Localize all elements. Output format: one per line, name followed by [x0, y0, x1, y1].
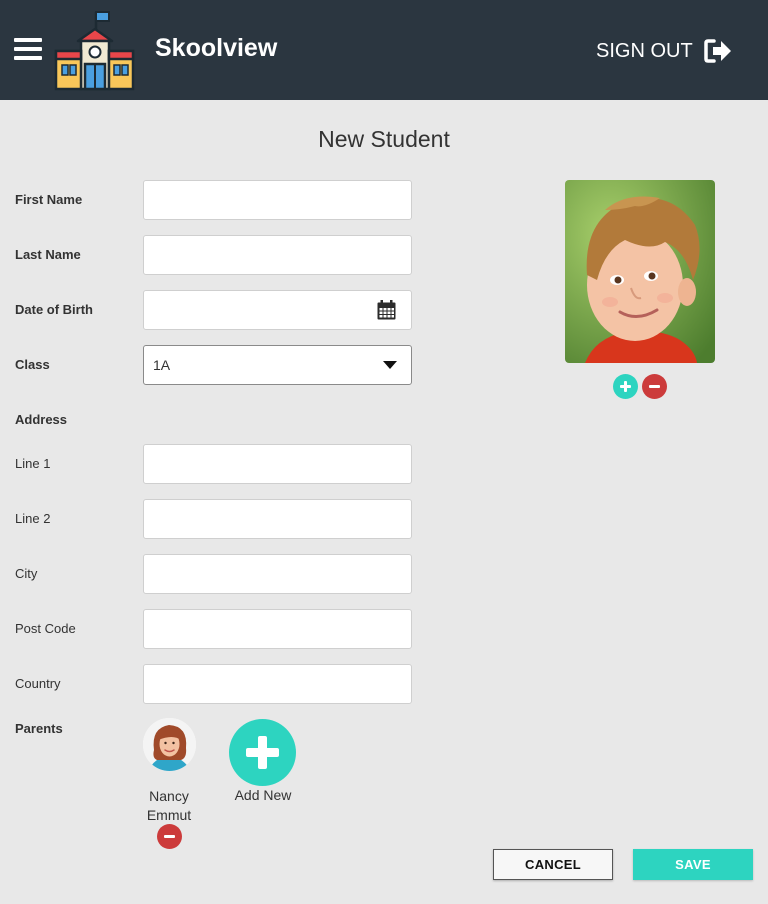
- last-name-label: Last Name: [15, 247, 81, 262]
- parents-section-label: Parents: [15, 721, 63, 736]
- sign-out-label: SIGN OUT: [596, 39, 693, 62]
- plus-icon: [624, 381, 627, 392]
- country-label: Country: [15, 676, 61, 691]
- date-of-birth-input[interactable]: [143, 290, 412, 330]
- calendar-icon[interactable]: [377, 300, 396, 320]
- app-title: Skoolview: [155, 34, 278, 62]
- post-code-input[interactable]: [143, 609, 412, 649]
- remove-parent-button[interactable]: [157, 824, 182, 849]
- add-photo-button[interactable]: [613, 374, 638, 399]
- save-button[interactable]: SAVE: [633, 849, 753, 880]
- address-line2-input[interactable]: [143, 499, 412, 539]
- minus-icon: [164, 835, 175, 838]
- add-new-label: Add New: [234, 787, 292, 803]
- plus-icon: [258, 736, 267, 769]
- dropdown-arrow-icon: [383, 361, 397, 369]
- page-title: New Student: [318, 126, 450, 152]
- cancel-button[interactable]: CANCEL: [493, 849, 613, 880]
- menu-icon[interactable]: [14, 38, 42, 62]
- sign-out-button[interactable]: SIGN OUT: [596, 36, 733, 66]
- class-select[interactable]: 1A: [143, 345, 412, 385]
- first-name-input[interactable]: [143, 180, 412, 220]
- school-logo-icon: [54, 11, 135, 91]
- minus-icon: [649, 385, 660, 388]
- student-photo: [565, 180, 715, 363]
- address-section-label: Address: [15, 412, 68, 427]
- parent-avatar[interactable]: [143, 718, 196, 771]
- remove-photo-button[interactable]: [642, 374, 667, 399]
- add-parent-button[interactable]: [229, 719, 296, 786]
- address-line1-input[interactable]: [143, 444, 412, 484]
- class-selected-value: 1A: [153, 357, 171, 373]
- parent-name: Nancy Emmut: [146, 788, 192, 823]
- post-code-label: Post Code: [15, 621, 76, 636]
- city-input[interactable]: [143, 554, 412, 594]
- address-line2-label: Line 2: [15, 511, 51, 526]
- last-name-input[interactable]: [143, 235, 412, 275]
- first-name-label: First Name: [15, 192, 83, 207]
- sign-out-icon: [703, 39, 731, 63]
- country-input[interactable]: [143, 664, 412, 704]
- app-header: Skoolview SIGN OUT: [0, 0, 768, 100]
- city-label: City: [15, 566, 38, 581]
- date-of-birth-label: Date of Birth: [15, 302, 93, 317]
- class-label: Class: [15, 357, 50, 372]
- address-line1-label: Line 1: [15, 456, 51, 471]
